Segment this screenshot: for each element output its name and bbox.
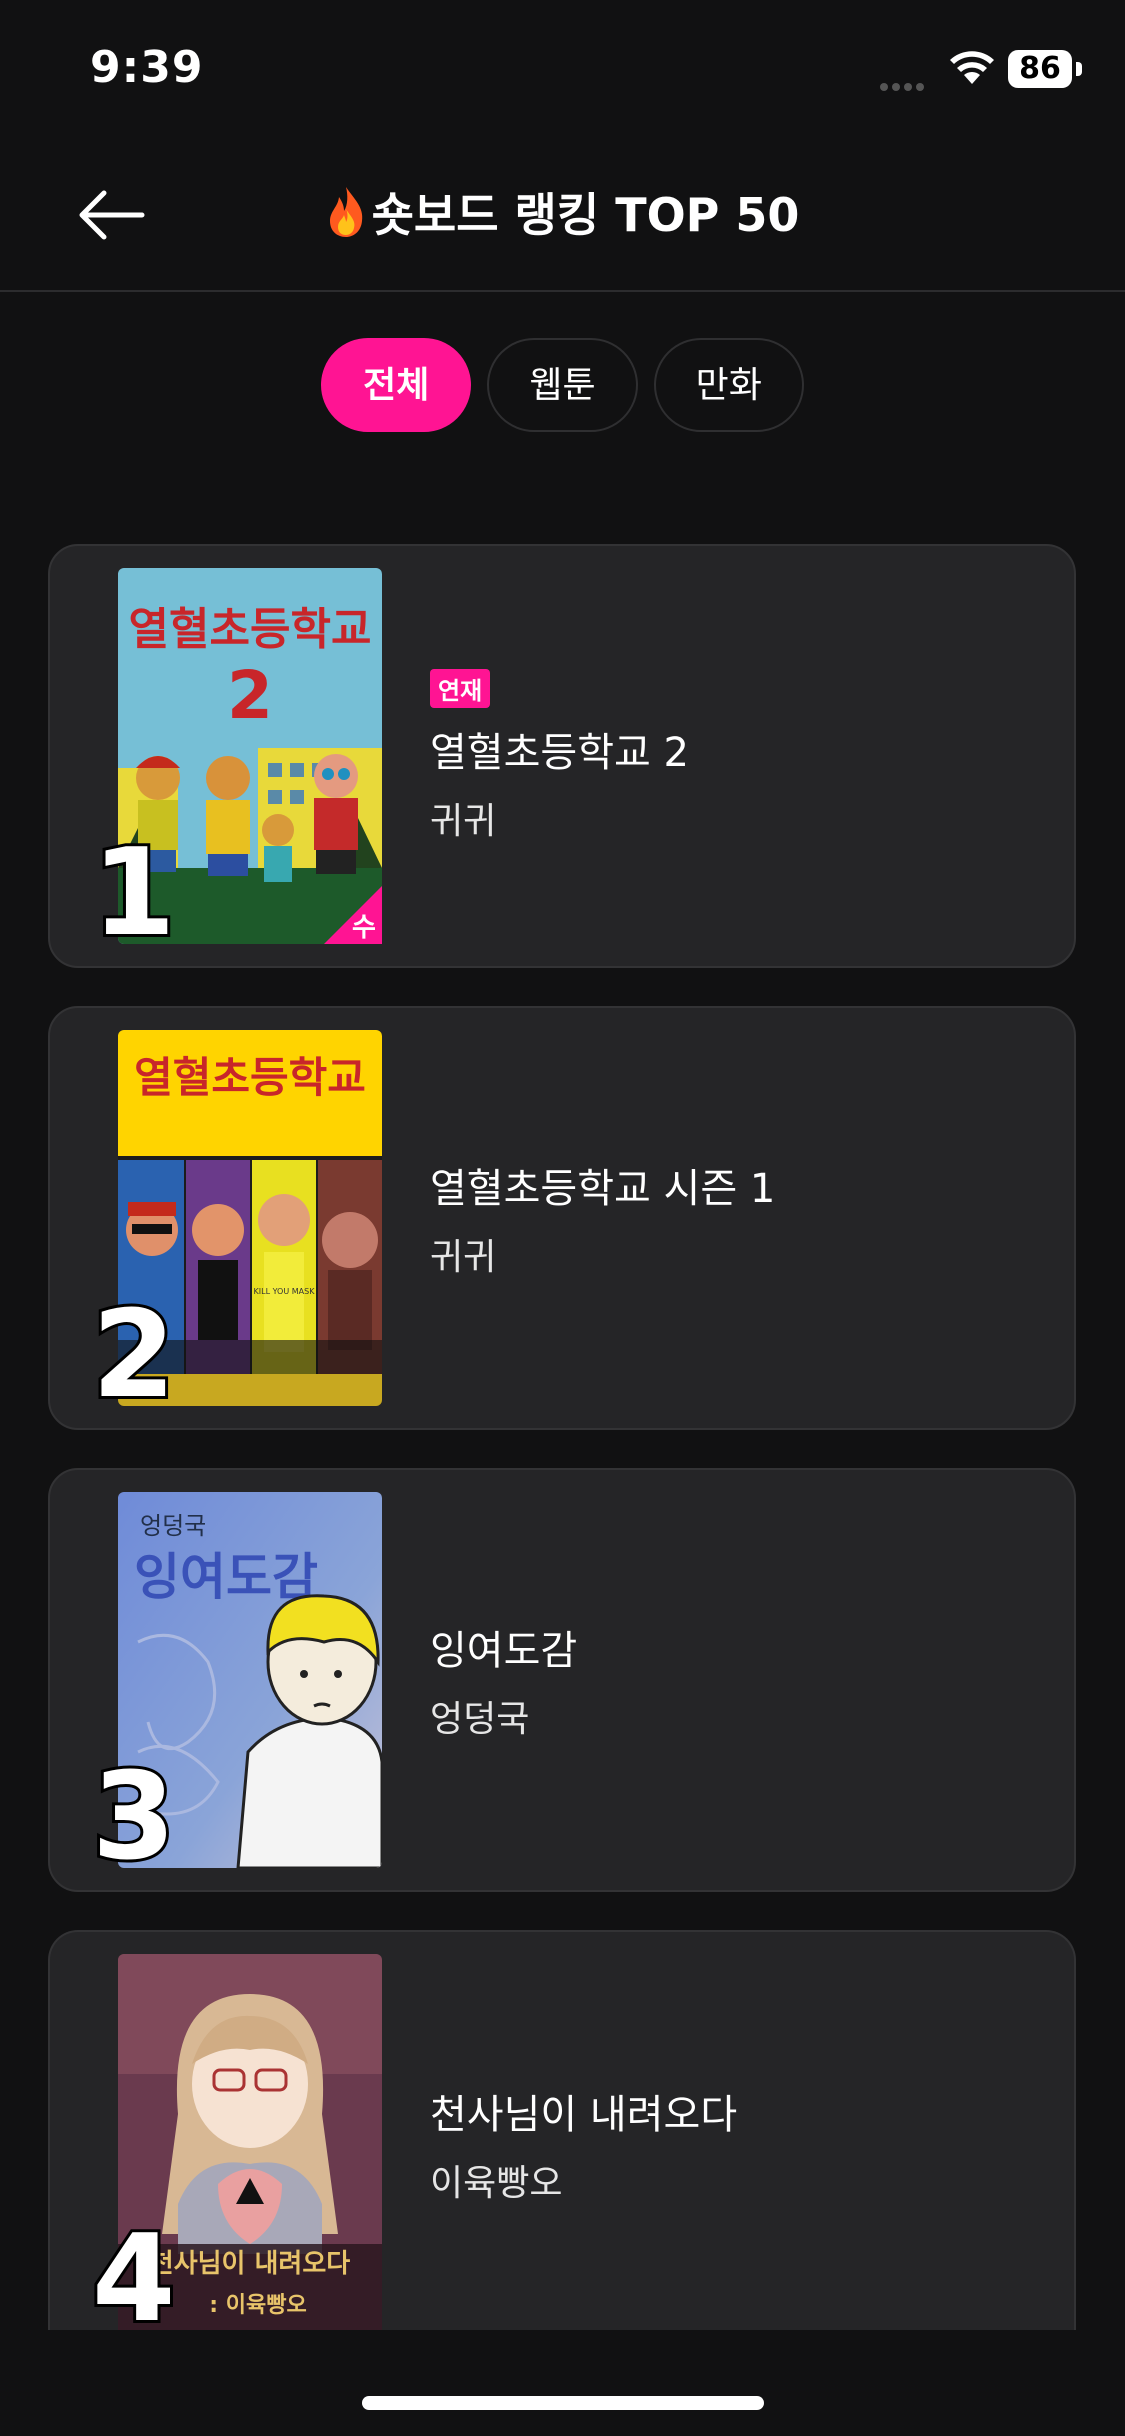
rank-number: 2 bbox=[89, 1286, 178, 1425]
battery-cap bbox=[1076, 62, 1082, 76]
rank-number: 4 bbox=[89, 2210, 178, 2331]
cover-number: 2 bbox=[227, 657, 273, 734]
home-indicator[interactable] bbox=[362, 2396, 764, 2410]
status-bar: 9:39 86 bbox=[0, 0, 1125, 140]
item-info: 천사님이 내려오다 이육빵오 bbox=[430, 1932, 737, 2330]
ranking-card-1[interactable]: 열혈초등학교 2 수 1 연재 열혈초등학교 2 귀귀 bbox=[48, 544, 1076, 968]
page-title: 숏보드 랭킹 TOP 50 bbox=[0, 180, 1125, 250]
fire-icon bbox=[329, 187, 362, 237]
cover-title: 천사님이 내려오다 bbox=[150, 2249, 350, 2279]
category-tabs: 전체 웹툰 만화 bbox=[0, 338, 1125, 432]
item-title: 천사님이 내려오다 bbox=[430, 2092, 738, 2138]
rank-number: 3 bbox=[89, 1748, 178, 1887]
item-author: 엉덩국 bbox=[430, 1699, 530, 1740]
item-info: 잉여도감 엉덩국 bbox=[430, 1470, 577, 1890]
item-info: 연재 열혈초등학교 2 귀귀 bbox=[430, 546, 689, 966]
bottom-bar bbox=[0, 2330, 1125, 2436]
item-title: 잉여도감 bbox=[430, 1628, 578, 1674]
wifi-icon bbox=[950, 51, 994, 84]
tab-webtoon[interactable]: 웹툰 bbox=[487, 338, 638, 432]
cover-title: 열혈초등학교 bbox=[134, 1053, 366, 1102]
ranking-card-4[interactable]: 천사님이 내려오다 : 이육빵오 4 천사님이 내려오다 이육빵오 bbox=[48, 1930, 1076, 2330]
item-author: 귀귀 bbox=[430, 800, 497, 842]
cover-title: 열혈초등학교 bbox=[129, 604, 372, 655]
item-author: 귀귀 bbox=[430, 1237, 497, 1278]
tab-comics[interactable]: 만화 bbox=[653, 338, 804, 432]
item-title: 열혈초등학교 2 bbox=[430, 729, 689, 776]
page-title-text: 숏보드 랭킹 TOP 50 bbox=[371, 188, 800, 242]
battery-level: 86 bbox=[1008, 50, 1072, 88]
cover-author: : 이육빵오 bbox=[209, 2293, 306, 2318]
age-rating-text: 수 bbox=[352, 913, 376, 943]
age-rating-badge: 수 bbox=[324, 886, 382, 944]
ranking-card-3[interactable]: 엉덩국 잉여도감 3 잉여도감 엉덩국 bbox=[48, 1468, 1076, 1892]
serializing-badge: 연재 bbox=[430, 668, 491, 708]
ranking-card-2[interactable]: 열혈초등학교 KILL YOU MASK 2 열혈초등학교 시즌 1 귀귀 bbox=[48, 1006, 1076, 1430]
item-author: 이육빵오 bbox=[430, 2163, 563, 2204]
status-time: 9:39 bbox=[90, 42, 204, 93]
cellular-signal-icon bbox=[880, 76, 936, 91]
rank-number: 1 bbox=[89, 824, 178, 963]
cover-shirt-text: KILL YOU MASK bbox=[254, 1287, 316, 1296]
header: 숏보드 랭킹 TOP 50 bbox=[0, 140, 1125, 292]
item-info: 열혈초등학교 시즌 1 귀귀 bbox=[430, 1008, 775, 1428]
item-title: 열혈초등학교 시즌 1 bbox=[430, 1166, 776, 1212]
cover-author: 엉덩국 bbox=[140, 1512, 206, 1540]
cover-title: 잉여도감 bbox=[134, 1548, 318, 1606]
tab-all[interactable]: 전체 bbox=[321, 338, 472, 432]
